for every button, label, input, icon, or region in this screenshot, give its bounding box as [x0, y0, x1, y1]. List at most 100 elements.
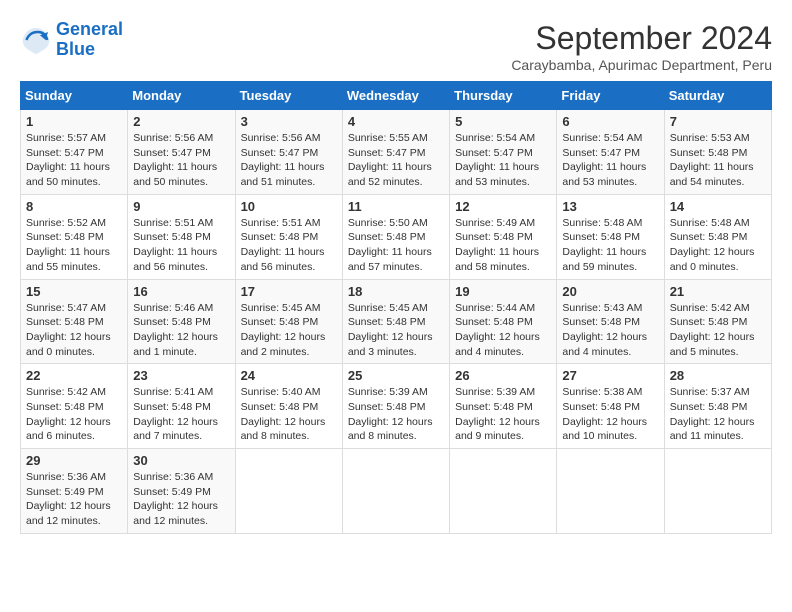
table-row: 4 Sunrise: 5:55 AM Sunset: 5:47 PM Dayli…	[342, 110, 449, 195]
day-info: Sunrise: 5:48 AM Sunset: 5:48 PM Dayligh…	[562, 216, 658, 275]
table-row: 21 Sunrise: 5:42 AM Sunset: 5:48 PM Dayl…	[664, 279, 771, 364]
col-tuesday: Tuesday	[235, 82, 342, 110]
day-info: Sunrise: 5:55 AM Sunset: 5:47 PM Dayligh…	[348, 131, 444, 190]
calendar-row: 1 Sunrise: 5:57 AM Sunset: 5:47 PM Dayli…	[21, 110, 772, 195]
day-info: Sunrise: 5:44 AM Sunset: 5:48 PM Dayligh…	[455, 301, 551, 360]
day-info: Sunrise: 5:39 AM Sunset: 5:48 PM Dayligh…	[348, 385, 444, 444]
day-info: Sunrise: 5:48 AM Sunset: 5:48 PM Dayligh…	[670, 216, 766, 275]
day-number: 23	[133, 368, 229, 383]
table-row: 28 Sunrise: 5:37 AM Sunset: 5:48 PM Dayl…	[664, 364, 771, 449]
day-number: 12	[455, 199, 551, 214]
table-row: 22 Sunrise: 5:42 AM Sunset: 5:48 PM Dayl…	[21, 364, 128, 449]
day-info: Sunrise: 5:51 AM Sunset: 5:48 PM Dayligh…	[241, 216, 337, 275]
table-row: 10 Sunrise: 5:51 AM Sunset: 5:48 PM Dayl…	[235, 194, 342, 279]
day-number: 19	[455, 284, 551, 299]
table-row: 1 Sunrise: 5:57 AM Sunset: 5:47 PM Dayli…	[21, 110, 128, 195]
day-info: Sunrise: 5:56 AM Sunset: 5:47 PM Dayligh…	[133, 131, 229, 190]
day-number: 1	[26, 114, 122, 129]
day-number: 15	[26, 284, 122, 299]
day-number: 25	[348, 368, 444, 383]
table-row: 29 Sunrise: 5:36 AM Sunset: 5:49 PM Dayl…	[21, 449, 128, 534]
day-number: 13	[562, 199, 658, 214]
col-friday: Friday	[557, 82, 664, 110]
table-row	[235, 449, 342, 534]
day-info: Sunrise: 5:57 AM Sunset: 5:47 PM Dayligh…	[26, 131, 122, 190]
day-info: Sunrise: 5:46 AM Sunset: 5:48 PM Dayligh…	[133, 301, 229, 360]
table-row: 15 Sunrise: 5:47 AM Sunset: 5:48 PM Dayl…	[21, 279, 128, 364]
table-row: 7 Sunrise: 5:53 AM Sunset: 5:48 PM Dayli…	[664, 110, 771, 195]
table-row: 23 Sunrise: 5:41 AM Sunset: 5:48 PM Dayl…	[128, 364, 235, 449]
table-row: 12 Sunrise: 5:49 AM Sunset: 5:48 PM Dayl…	[450, 194, 557, 279]
day-info: Sunrise: 5:45 AM Sunset: 5:48 PM Dayligh…	[241, 301, 337, 360]
col-saturday: Saturday	[664, 82, 771, 110]
day-number: 7	[670, 114, 766, 129]
logo-line1: General	[56, 19, 123, 39]
day-info: Sunrise: 5:39 AM Sunset: 5:48 PM Dayligh…	[455, 385, 551, 444]
day-number: 14	[670, 199, 766, 214]
day-number: 28	[670, 368, 766, 383]
calendar-table: Sunday Monday Tuesday Wednesday Thursday…	[20, 81, 772, 534]
day-info: Sunrise: 5:40 AM Sunset: 5:48 PM Dayligh…	[241, 385, 337, 444]
day-number: 17	[241, 284, 337, 299]
day-info: Sunrise: 5:38 AM Sunset: 5:48 PM Dayligh…	[562, 385, 658, 444]
day-info: Sunrise: 5:49 AM Sunset: 5:48 PM Dayligh…	[455, 216, 551, 275]
table-row: 27 Sunrise: 5:38 AM Sunset: 5:48 PM Dayl…	[557, 364, 664, 449]
day-number: 26	[455, 368, 551, 383]
day-number: 27	[562, 368, 658, 383]
calendar-row: 22 Sunrise: 5:42 AM Sunset: 5:48 PM Dayl…	[21, 364, 772, 449]
month-title: September 2024	[511, 20, 772, 57]
day-info: Sunrise: 5:42 AM Sunset: 5:48 PM Dayligh…	[26, 385, 122, 444]
table-row: 18 Sunrise: 5:45 AM Sunset: 5:48 PM Dayl…	[342, 279, 449, 364]
day-number: 22	[26, 368, 122, 383]
calendar-row: 29 Sunrise: 5:36 AM Sunset: 5:49 PM Dayl…	[21, 449, 772, 534]
day-number: 8	[26, 199, 122, 214]
page-header: General Blue September 2024 Caraybamba, …	[20, 20, 772, 73]
table-row: 5 Sunrise: 5:54 AM Sunset: 5:47 PM Dayli…	[450, 110, 557, 195]
day-number: 20	[562, 284, 658, 299]
day-info: Sunrise: 5:50 AM Sunset: 5:48 PM Dayligh…	[348, 216, 444, 275]
table-row: 14 Sunrise: 5:48 AM Sunset: 5:48 PM Dayl…	[664, 194, 771, 279]
day-info: Sunrise: 5:43 AM Sunset: 5:48 PM Dayligh…	[562, 301, 658, 360]
table-row: 25 Sunrise: 5:39 AM Sunset: 5:48 PM Dayl…	[342, 364, 449, 449]
day-info: Sunrise: 5:51 AM Sunset: 5:48 PM Dayligh…	[133, 216, 229, 275]
table-row	[342, 449, 449, 534]
day-info: Sunrise: 5:52 AM Sunset: 5:48 PM Dayligh…	[26, 216, 122, 275]
table-row	[450, 449, 557, 534]
table-row: 8 Sunrise: 5:52 AM Sunset: 5:48 PM Dayli…	[21, 194, 128, 279]
col-sunday: Sunday	[21, 82, 128, 110]
day-info: Sunrise: 5:36 AM Sunset: 5:49 PM Dayligh…	[133, 470, 229, 529]
col-wednesday: Wednesday	[342, 82, 449, 110]
col-thursday: Thursday	[450, 82, 557, 110]
day-number: 24	[241, 368, 337, 383]
day-info: Sunrise: 5:45 AM Sunset: 5:48 PM Dayligh…	[348, 301, 444, 360]
table-row	[557, 449, 664, 534]
day-number: 11	[348, 199, 444, 214]
day-number: 9	[133, 199, 229, 214]
day-number: 21	[670, 284, 766, 299]
table-row: 30 Sunrise: 5:36 AM Sunset: 5:49 PM Dayl…	[128, 449, 235, 534]
table-row: 3 Sunrise: 5:56 AM Sunset: 5:47 PM Dayli…	[235, 110, 342, 195]
day-info: Sunrise: 5:54 AM Sunset: 5:47 PM Dayligh…	[562, 131, 658, 190]
day-number: 29	[26, 453, 122, 468]
calendar-row: 15 Sunrise: 5:47 AM Sunset: 5:48 PM Dayl…	[21, 279, 772, 364]
title-block: September 2024 Caraybamba, Apurimac Depa…	[511, 20, 772, 73]
day-info: Sunrise: 5:36 AM Sunset: 5:49 PM Dayligh…	[26, 470, 122, 529]
day-info: Sunrise: 5:47 AM Sunset: 5:48 PM Dayligh…	[26, 301, 122, 360]
day-number: 30	[133, 453, 229, 468]
logo-text: General Blue	[56, 20, 123, 60]
logo-line2: Blue	[56, 39, 95, 59]
logo: General Blue	[20, 20, 123, 60]
day-number: 2	[133, 114, 229, 129]
calendar-row: 8 Sunrise: 5:52 AM Sunset: 5:48 PM Dayli…	[21, 194, 772, 279]
day-number: 5	[455, 114, 551, 129]
table-row: 9 Sunrise: 5:51 AM Sunset: 5:48 PM Dayli…	[128, 194, 235, 279]
day-info: Sunrise: 5:53 AM Sunset: 5:48 PM Dayligh…	[670, 131, 766, 190]
table-row: 19 Sunrise: 5:44 AM Sunset: 5:48 PM Dayl…	[450, 279, 557, 364]
table-row: 17 Sunrise: 5:45 AM Sunset: 5:48 PM Dayl…	[235, 279, 342, 364]
table-row: 13 Sunrise: 5:48 AM Sunset: 5:48 PM Dayl…	[557, 194, 664, 279]
day-number: 6	[562, 114, 658, 129]
day-number: 10	[241, 199, 337, 214]
day-info: Sunrise: 5:41 AM Sunset: 5:48 PM Dayligh…	[133, 385, 229, 444]
day-number: 4	[348, 114, 444, 129]
day-number: 3	[241, 114, 337, 129]
